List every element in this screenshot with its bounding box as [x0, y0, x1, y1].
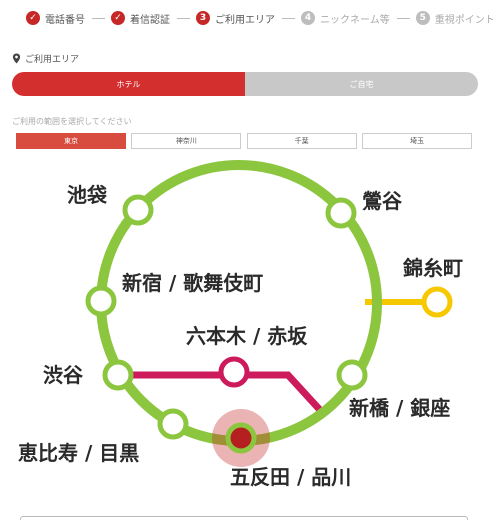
hotel-option[interactable]: ホテル	[12, 72, 245, 96]
step-label: 着信認証	[130, 14, 170, 26]
step-separator	[177, 17, 190, 19]
station-ikebukuro[interactable]	[122, 194, 154, 226]
area-title: ご利用エリア	[25, 55, 80, 65]
step-nickname: 4 ニックネーム等	[301, 11, 410, 26]
station-shinjuku[interactable]	[85, 285, 117, 317]
region-tokyo[interactable]: 東京	[16, 133, 126, 149]
map-pin-icon	[12, 53, 21, 64]
step-separator	[92, 17, 105, 19]
label-roppongi: 六本木 / 赤坂	[186, 324, 308, 348]
region-hint: ご利用の範囲を選択してください	[12, 117, 132, 126]
step-label: ご利用エリア	[215, 14, 275, 26]
step-separator	[282, 17, 295, 19]
region-kanagawa[interactable]: 神奈川	[131, 133, 242, 149]
step-number: 5	[415, 11, 430, 25]
label-gotanda: 五反田 / 品川	[230, 465, 351, 489]
area-heading: ご利用エリア	[12, 52, 79, 65]
station-roppongi[interactable]	[218, 356, 250, 388]
station-kinshicho[interactable]	[421, 286, 453, 318]
step-phone: ✓ 電話番号	[26, 11, 105, 26]
label-shinjuku: 新宿 / 歌舞伎町	[122, 271, 263, 295]
label-shimbashi: 新橋 / 銀座	[349, 396, 450, 420]
next-field[interactable]	[20, 516, 468, 520]
region-saitama[interactable]: 埼玉	[361, 133, 472, 149]
station-map: 池袋 鶯谷 錦糸町 新宿 / 歌舞伎町 六本木 / 赤坂 渋谷 新橋 / 銀座 …	[18, 160, 463, 489]
location-type-toggle: ホテル ご自宅	[12, 72, 478, 96]
check-icon: ✓	[111, 11, 125, 25]
label-kinshicho: 錦糸町	[403, 256, 463, 280]
check-icon: ✓	[26, 11, 40, 25]
step-separator	[396, 17, 410, 19]
label-uguisudani: 鶯谷	[362, 189, 403, 213]
station-ebisu[interactable]	[157, 408, 189, 440]
home-option[interactable]: ご自宅	[245, 72, 478, 96]
region-chiba[interactable]: 千葉	[246, 133, 357, 149]
step-area: 3 ご利用エリア	[196, 11, 295, 26]
region-selector: 東京 神奈川 千葉 埼玉	[16, 133, 472, 149]
label-shibuya: 渋谷	[43, 363, 84, 387]
station-gotanda[interactable]	[225, 422, 257, 454]
step-label: ニックネーム等	[320, 14, 390, 26]
step-label: 重視ポイント	[434, 14, 495, 26]
progress-stepper: ✓ 電話番号 ✓ 着信認証 3 ご利用エリア 4 ニックネーム等 5 重視ポイン…	[26, 9, 497, 27]
station-uguisudani[interactable]	[325, 197, 357, 229]
step-number: 4	[301, 11, 315, 25]
label-ebisu: 恵比寿 / 目黒	[18, 441, 139, 465]
step-priorities: 5 重視ポイント	[415, 11, 495, 26]
step-call-verify: ✓ 着信認証	[111, 11, 190, 26]
step-label: 電話番号	[45, 14, 85, 26]
station-shimbashi[interactable]	[336, 359, 368, 391]
step-number: 3	[196, 11, 210, 25]
label-ikebukuro: 池袋	[67, 183, 108, 207]
station-shibuya[interactable]	[102, 359, 134, 391]
